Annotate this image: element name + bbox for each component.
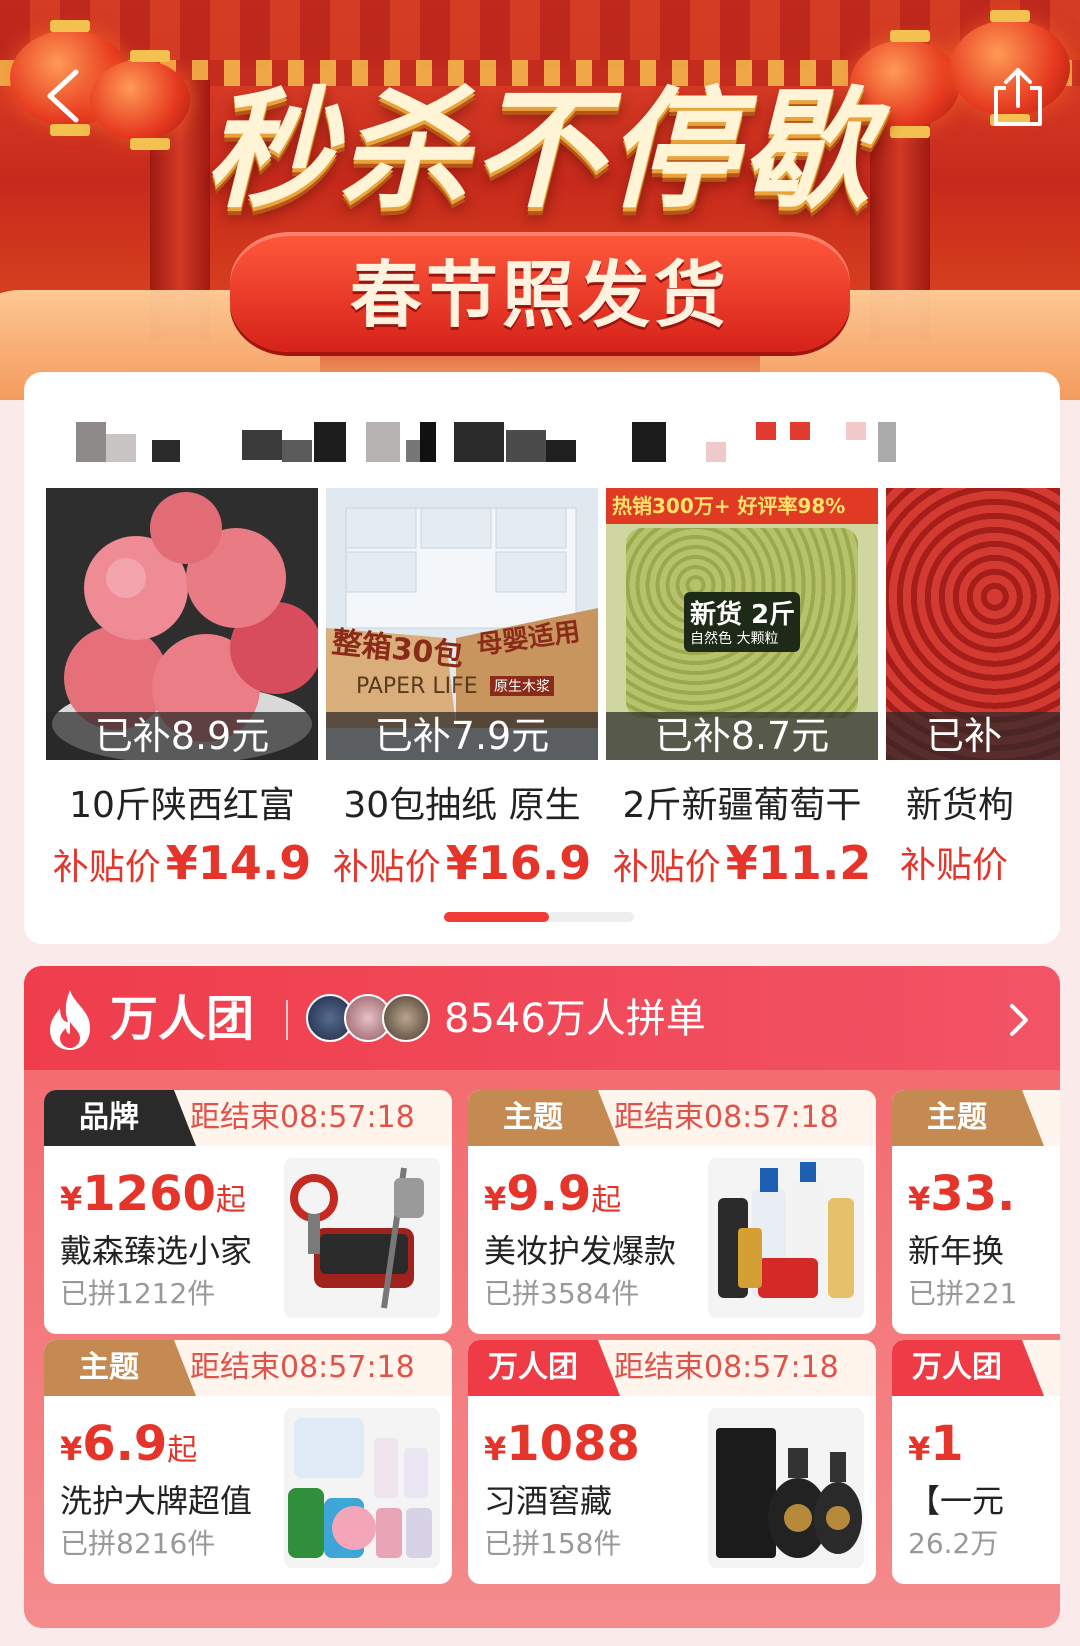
product-price: 补贴价 ¥14.9 <box>46 836 318 890</box>
deal-badge: 万人团 <box>892 1340 1044 1396</box>
image-text: 热销300万+ 好评率98% <box>606 488 878 524</box>
price-value: ¥16.9 <box>445 836 592 890</box>
product-name[interactable]: 新货枸 <box>886 776 1060 828</box>
deal-badge: 万人团 <box>468 1340 620 1396</box>
chevron-right-icon[interactable] <box>1004 1000 1034 1040</box>
subsidy-tag: 已补8.9元 <box>46 712 318 760</box>
product-image-liquor[interactable] <box>708 1408 864 1568</box>
price-value: ¥14.9 <box>165 836 312 890</box>
deal-sold-count: 已拼3584件 <box>484 1277 640 1310</box>
share-icon[interactable] <box>988 66 1048 130</box>
countdown-timer: 距结束08:57:18 <box>190 1350 415 1385</box>
deal-badge: 品牌 <box>44 1090 196 1146</box>
carousel-scroll-thumb[interactable] <box>444 912 549 922</box>
product-name[interactable]: 10斤陕西红富 <box>46 776 318 828</box>
liquor-bottles-icon <box>716 1428 862 1558</box>
banner-subtitle: 春节照发货 <box>349 253 730 337</box>
promo-banner: 秒杀不停歇 春节照发货 <box>0 0 1080 400</box>
deal-name: 戴森臻选小家 <box>60 1232 253 1270</box>
countdown-timer: 距结束08:57:18 <box>190 1100 415 1135</box>
subsidy-tag: 已补 <box>886 712 1060 760</box>
product-image-haircare[interactable] <box>708 1158 864 1318</box>
deal-card[interactable]: 主题 距结束08:57:18 ¥9.9起 美妆护发爆款 已拼3584件 <box>468 1090 876 1334</box>
image-text: PAPER LIFE <box>356 674 478 699</box>
deal-price: ¥1260起 <box>60 1166 246 1222</box>
product-name[interactable]: 2斤新疆葡萄干 <box>606 776 878 828</box>
product-name[interactable]: 30包抽纸 原生 <box>326 776 598 828</box>
avatar <box>382 994 430 1042</box>
deal-card[interactable]: 主题 ¥33. 新年换 已拼221 <box>892 1090 1060 1334</box>
product-image-laundry[interactable] <box>284 1408 440 1568</box>
deal-sold-count: 已拼1212件 <box>60 1277 216 1310</box>
deal-price: ¥9.9起 <box>484 1166 622 1222</box>
pixelated-heading <box>56 422 1036 470</box>
price-value: ¥11.2 <box>725 836 872 890</box>
deal-price: ¥1088 <box>484 1416 640 1472</box>
price-label: 补贴价 <box>900 845 1009 886</box>
product-image-dyson[interactable] <box>284 1158 440 1318</box>
subsidy-section: 已补8.9元 10斤陕西红富 补贴价 ¥14.9 整箱30包 母婴适用 PAPE… <box>24 372 1060 944</box>
deal-sold-count: 已拼8216件 <box>60 1527 216 1560</box>
fire-icon <box>50 990 90 1050</box>
deal-card[interactable]: 万人团 ¥1 【一元 26.2万 <box>892 1340 1060 1584</box>
deal-badge: 主题 <box>468 1090 620 1146</box>
deal-name: 习酒窖藏 <box>484 1482 613 1520</box>
group-buy-header[interactable]: 万人团 8546万人拼单 <box>24 966 1060 1070</box>
dyson-products-icon <box>290 1167 424 1309</box>
deal-name: 美妆护发爆款 <box>484 1232 677 1270</box>
deal-name: 【一元 <box>908 1482 1005 1520</box>
price-label: 补贴价 <box>612 847 721 888</box>
deal-price: ¥1 <box>908 1416 964 1472</box>
subsidy-tag: 已补7.9元 <box>326 712 598 760</box>
haircare-bottles-icon <box>718 1162 854 1298</box>
price-label: 补贴价 <box>52 847 161 888</box>
product-image-apples[interactable]: 已补8.9元 <box>46 488 318 760</box>
carousel-scrollbar[interactable] <box>444 912 634 922</box>
group-buy-section: 万人团 8546万人拼单 品牌 距结束08:57:18 ¥1260起 戴森臻选小… <box>24 966 1060 1628</box>
deal-badge: 主题 <box>892 1090 1044 1146</box>
deal-card[interactable]: 万人团 距结束08:57:18 ¥1088 习酒窖藏 已拼158件 <box>468 1340 876 1584</box>
header-divider <box>286 1000 288 1040</box>
product-price: 补贴价 <box>886 836 1060 888</box>
price-label: 补贴价 <box>332 847 441 888</box>
image-text: 原生木浆 <box>490 676 554 696</box>
banner-title: 秒杀不停歇 <box>204 74 875 226</box>
laundry-products-icon <box>288 1418 432 1558</box>
deal-name: 新年换 <box>908 1232 1005 1270</box>
countdown-timer: 距结束08:57:18 <box>614 1100 839 1135</box>
deal-card[interactable]: 主题 距结束08:57:18 ¥6.9起 洗护大牌超值 已拼8216件 <box>44 1340 452 1584</box>
deal-badge: 主题 <box>44 1340 196 1396</box>
deal-sold-count: 26.2万 <box>908 1527 999 1560</box>
deal-sold-count: 已拼158件 <box>484 1527 622 1560</box>
deal-price: ¥33. <box>908 1166 1016 1222</box>
product-price: 补贴价 ¥16.9 <box>326 836 598 890</box>
group-buy-title: 万人团 <box>110 991 255 1047</box>
back-arrow-icon[interactable] <box>36 66 96 126</box>
product-image-raisins[interactable]: 热销300万+ 好评率98% 新货 2斤 自然色 大颗粒 已补8.7元 <box>606 488 878 760</box>
deal-name: 洗护大牌超值 <box>60 1482 253 1520</box>
image-text: 新货 2斤 <box>690 600 796 630</box>
countdown-timer: 距结束08:57:18 <box>614 1350 839 1385</box>
product-price: 补贴价 ¥11.2 <box>606 836 878 890</box>
subsidy-tag: 已补8.7元 <box>606 712 878 760</box>
product-image-tissue[interactable]: 整箱30包 母婴适用 PAPER LIFE 原生木浆 已补7.9元 <box>326 488 598 760</box>
deal-price: ¥6.9起 <box>60 1416 198 1472</box>
image-text: 自然色 大颗粒 <box>690 631 779 647</box>
product-carousel[interactable]: 已补8.9元 10斤陕西红富 补贴价 ¥14.9 整箱30包 母婴适用 PAPE… <box>46 488 1060 908</box>
deal-sold-count: 已拼221 <box>908 1277 1018 1310</box>
product-image-goji[interactable]: 已补 <box>886 488 1060 760</box>
deal-card[interactable]: 品牌 距结束08:57:18 ¥1260起 戴森臻选小家 已拼1212件 <box>44 1090 452 1334</box>
group-buy-count: 8546万人拼单 <box>444 996 706 1042</box>
